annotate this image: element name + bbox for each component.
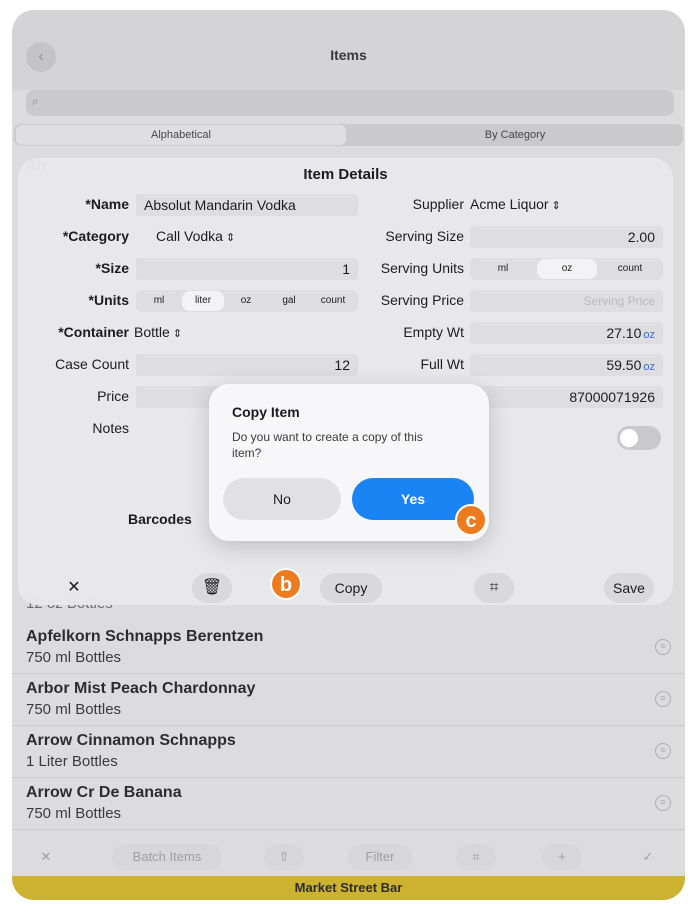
empty-weight-field[interactable]: 27.10 oz [470,322,663,344]
units-option[interactable]: ml [140,290,178,312]
serving-price-label: Serving Price [380,292,464,308]
units-option[interactable]: oz [228,290,264,312]
units-label: *Units [88,292,129,308]
case-count-label: Case Count [55,356,129,372]
serving-price-field[interactable]: Serving Price [470,290,663,312]
weight-unit: oz [643,361,655,373]
units-option[interactable]: count [312,290,354,312]
serving-units-option[interactable]: count [601,258,659,280]
trash-icon[interactable]: 🗑 [192,573,232,603]
empty-weight-value: 27.10 [606,325,642,341]
copy-item-alert: Copy Item Do you want to create a copy o… [209,384,489,541]
alert-message: Do you want to create a copy of this ite… [232,430,423,460]
category-picker[interactable]: Call Vodka ⇕ [156,228,235,244]
full-weight-label: Full Wt [420,356,464,372]
sheet-title: Item Details [303,166,388,183]
ipad-screen: ‹ Items ⌕ Alphabetical By Category Ab 12… [12,10,685,900]
barcode-field[interactable]: 87000071926 [470,386,663,408]
units-option-selected[interactable]: liter [182,291,224,311]
name-field[interactable]: Absolut Mandarin Vodka [136,194,358,216]
case-count-field[interactable]: 12 [136,354,358,376]
serving-units-label: Serving Units [380,260,464,276]
category-value: Call Vodka [156,228,223,244]
chevron-up-down-icon: ⇕ [551,200,561,212]
container-label: *Container [58,324,129,340]
empty-weight-label: Empty Wt [403,324,464,340]
serving-units-option[interactable]: ml [474,258,532,280]
chevron-up-down-icon: ⇕ [172,328,183,340]
toggle-knob [620,429,638,447]
active-toggle[interactable] [617,426,661,450]
full-weight-field[interactable]: 59.50 oz [470,354,663,376]
serving-size-field[interactable]: 2.00 [470,226,663,248]
size-label: *Size [95,260,129,276]
serving-units-option-selected[interactable]: oz [537,259,597,279]
save-button[interactable]: Save [604,573,654,603]
price-label: Price [97,388,129,404]
weight-unit: oz [643,329,655,341]
category-label: *Category [62,228,129,244]
container-picker[interactable]: Bottle ⇕ [134,324,182,340]
barcode-scan-icon[interactable]: ⌗ [474,573,514,603]
name-label: *Name [85,196,129,212]
serving-units-segmented-control: ml oz count [470,258,663,280]
barcodes-label: Barcodes [128,511,192,527]
copy-button[interactable]: Copy [320,573,382,603]
container-value: Bottle [134,324,170,340]
callout-c-badge: c [455,504,487,536]
chevron-up-down-icon: ⇕ [225,232,236,244]
callout-b-badge: b [270,568,302,600]
size-field[interactable]: 1 [136,258,358,280]
no-button[interactable]: No [223,478,341,520]
alert-title: Copy Item [232,404,300,420]
full-weight-value: 59.50 [606,357,642,373]
close-icon[interactable]: ✕ [54,573,94,603]
notes-label: Notes [92,420,129,436]
serving-size-label: Serving Size [385,228,464,244]
supplier-value: Acme Liquor [470,196,549,212]
supplier-picker[interactable]: Acme Liquor ⇕ [470,196,561,212]
units-segmented-control: ml liter oz gal count [136,290,358,312]
units-option[interactable]: gal [270,290,308,312]
supplier-label: Supplier [412,196,464,212]
